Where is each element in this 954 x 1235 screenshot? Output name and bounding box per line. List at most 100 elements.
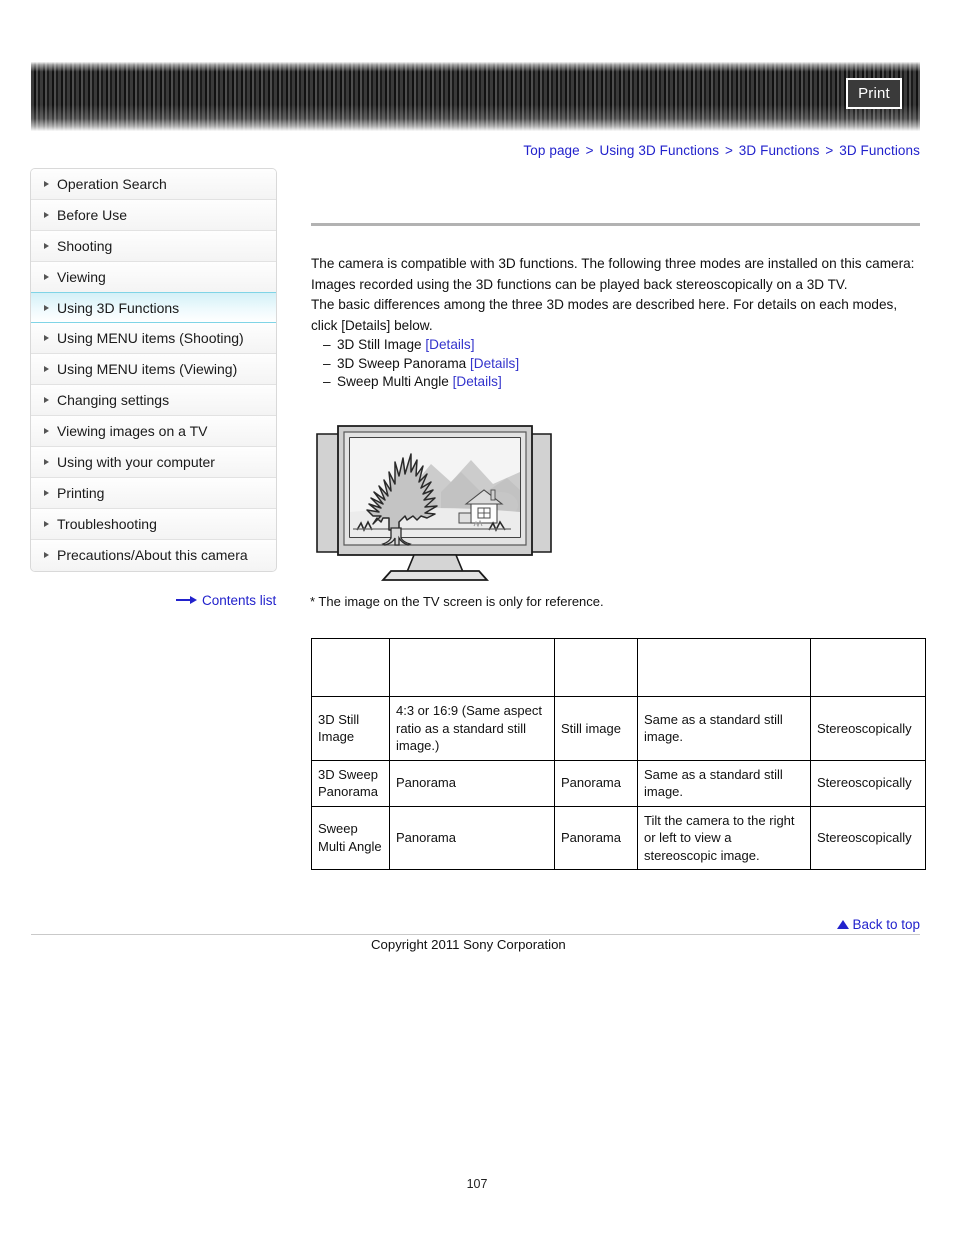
cell-aspect: 4:3 or 16:9 (Same aspect ratio as a stan… xyxy=(389,696,555,761)
mode-name: 3D Sweep Panorama xyxy=(337,355,467,371)
cell-mode: 3D Sweep Panorama xyxy=(311,759,390,807)
sidebar-item-label: Operation Search xyxy=(57,176,167,192)
sidebar-item-using-3d-functions[interactable]: Using 3D Functions xyxy=(31,292,276,323)
table-header-mode xyxy=(311,638,390,697)
back-to-top-label: Back to top xyxy=(852,917,920,932)
list-item: –3D Sweep Panorama [Details] xyxy=(311,355,920,374)
sidebar-item-using-menu-items-viewing[interactable]: Using MENU items (Viewing) xyxy=(31,354,276,385)
header-banner: Print xyxy=(31,62,920,131)
sidebar-item-using-with-your-computer[interactable]: Using with your computer xyxy=(31,447,276,478)
sidebar-item-label: Shooting xyxy=(57,238,113,254)
sidebar-item-precautions-about-this-camera[interactable]: Precautions/About this camera xyxy=(31,540,276,571)
sidebar-item-label: Troubleshooting xyxy=(57,516,157,532)
table-header-type xyxy=(554,638,638,697)
chevron-right-icon xyxy=(44,274,49,280)
chevron-right-icon xyxy=(44,428,49,434)
arrow-right-icon xyxy=(176,593,198,608)
sidebar-item-label: Printing xyxy=(57,485,105,501)
breadcrumb-separator: > xyxy=(585,143,594,158)
chevron-right-icon xyxy=(44,305,49,311)
chevron-right-icon xyxy=(44,212,49,218)
breadcrumb-item-using-3d-functions[interactable]: Using 3D Functions xyxy=(599,143,719,158)
sidebar-item-label: Precautions/About this camera xyxy=(57,547,248,563)
cell-view: Stereoscopically xyxy=(810,696,926,761)
sidebar-item-label: Before Use xyxy=(57,207,128,223)
body-copy: The camera is compatible with 3D functio… xyxy=(311,254,920,392)
contents-list-link[interactable]: Contents list xyxy=(176,593,276,609)
cell-type: Panorama xyxy=(554,759,638,807)
table-header-aspect xyxy=(389,638,555,697)
dash-marker: – xyxy=(323,374,331,390)
list-item: –3D Still Image [Details] xyxy=(311,336,920,355)
breadcrumb-item-3d-functions[interactable]: 3D Functions xyxy=(739,143,820,158)
paragraph-differences: The basic differences among the three 3D… xyxy=(311,297,898,333)
sidebar-item-changing-settings[interactable]: Changing settings xyxy=(31,385,276,416)
list-item: – Sweep Multi Angle [Details] xyxy=(311,373,920,392)
copyright-text: Copyright 2011 Sony Corporation xyxy=(371,937,566,952)
main-content: The camera is compatible with 3D functio… xyxy=(311,223,920,392)
sidebar-item-label: Viewing xyxy=(57,269,106,285)
table-row: Sweep Multi Angle Panorama Panorama Tilt… xyxy=(311,805,926,870)
mode-name: 3D Still Image xyxy=(337,337,422,353)
mode-name: Sweep Multi Angle xyxy=(337,374,449,390)
cell-type: Panorama xyxy=(554,805,638,870)
chevron-right-icon xyxy=(44,181,49,187)
3d-modes-comparison-table: 3D Still Image 4:3 or 16:9 (Same aspect … xyxy=(311,638,926,870)
cell-playback: Same as a standard still image. xyxy=(637,696,811,761)
sidebar-item-label: Viewing images on a TV xyxy=(57,423,208,439)
table-row: 3D Still Image 4:3 or 16:9 (Same aspect … xyxy=(311,696,926,761)
footer-divider xyxy=(31,934,920,935)
chevron-right-icon xyxy=(44,459,49,465)
section-divider xyxy=(311,223,920,226)
sidebar-item-before-use[interactable]: Before Use xyxy=(31,200,276,231)
details-link-3d-sweep-panorama[interactable]: [Details] xyxy=(470,356,519,371)
breadcrumb-separator: > xyxy=(825,143,834,158)
sidebar-item-printing[interactable]: Printing xyxy=(31,478,276,509)
sidebar-item-troubleshooting[interactable]: Troubleshooting xyxy=(31,509,276,540)
page-number: 107 xyxy=(466,1177,488,1191)
cell-type: Still image xyxy=(554,696,638,761)
sidebar-item-shooting[interactable]: Shooting xyxy=(31,231,276,262)
contents-list-label: Contents list xyxy=(202,593,277,608)
cell-mode: Sweep Multi Angle xyxy=(311,805,390,870)
details-link-3d-still-image[interactable]: [Details] xyxy=(425,337,474,352)
sidebar-item-viewing-images-on-a-tv[interactable]: Viewing images on a TV xyxy=(31,416,276,447)
print-button[interactable]: Print xyxy=(846,78,902,109)
cell-aspect: Panorama xyxy=(389,805,555,870)
sidebar-item-label: Using with your computer xyxy=(57,454,215,470)
sidebar-item-label: Using MENU items (Viewing) xyxy=(57,361,238,377)
table-header-view xyxy=(810,638,926,697)
breadcrumb-item-top-page[interactable]: Top page xyxy=(523,143,579,158)
breadcrumb-item-3d-functions-current[interactable]: 3D Functions xyxy=(839,143,920,158)
details-link-sweep-multi-angle[interactable]: [Details] xyxy=(453,374,502,389)
sidebar-item-using-menu-items-shooting[interactable]: Using MENU items (Shooting) xyxy=(31,323,276,354)
chevron-right-icon xyxy=(44,243,49,249)
sidebar-item-viewing[interactable]: Viewing xyxy=(31,262,276,293)
sidebar-item-label: Using 3D Functions xyxy=(57,300,180,316)
chevron-right-icon xyxy=(44,335,49,341)
cell-aspect: Panorama xyxy=(389,759,555,807)
table-row: 3D Sweep Panorama Panorama Panorama Same… xyxy=(311,759,926,807)
chevron-right-icon xyxy=(44,490,49,496)
triangle-up-icon xyxy=(837,919,850,929)
figure-note: * The image on the TV screen is only for… xyxy=(310,594,604,609)
dash-marker: – xyxy=(323,337,331,353)
cell-mode: 3D Still Image xyxy=(311,696,390,761)
paragraph-intro: The camera is compatible with 3D functio… xyxy=(311,256,915,271)
sidebar-item-operation-search[interactable]: Operation Search xyxy=(31,169,276,200)
sidebar-nav: Operation Search Before Use Shooting Vie… xyxy=(30,168,277,572)
sidebar-item-label: Changing settings xyxy=(57,392,170,408)
cell-view: Stereoscopically xyxy=(810,759,926,807)
breadcrumb: Top page > Using 3D Functions > 3D Funct… xyxy=(523,143,920,158)
back-to-top-link[interactable]: Back to top xyxy=(837,917,920,932)
table-header-playback xyxy=(637,638,811,697)
cell-playback: Tilt the camera to the right or left to … xyxy=(637,805,811,870)
chevron-right-icon xyxy=(44,521,49,527)
breadcrumb-separator: > xyxy=(724,143,733,158)
chevron-right-icon xyxy=(44,397,49,403)
dash-marker: – xyxy=(323,355,331,371)
mode-list: –3D Still Image [Details] –3D Sweep Pano… xyxy=(311,336,920,392)
paragraph-playback: Images recorded using the 3D functions c… xyxy=(311,276,848,292)
chevron-right-icon xyxy=(44,366,49,372)
tv-illustration xyxy=(311,412,561,584)
